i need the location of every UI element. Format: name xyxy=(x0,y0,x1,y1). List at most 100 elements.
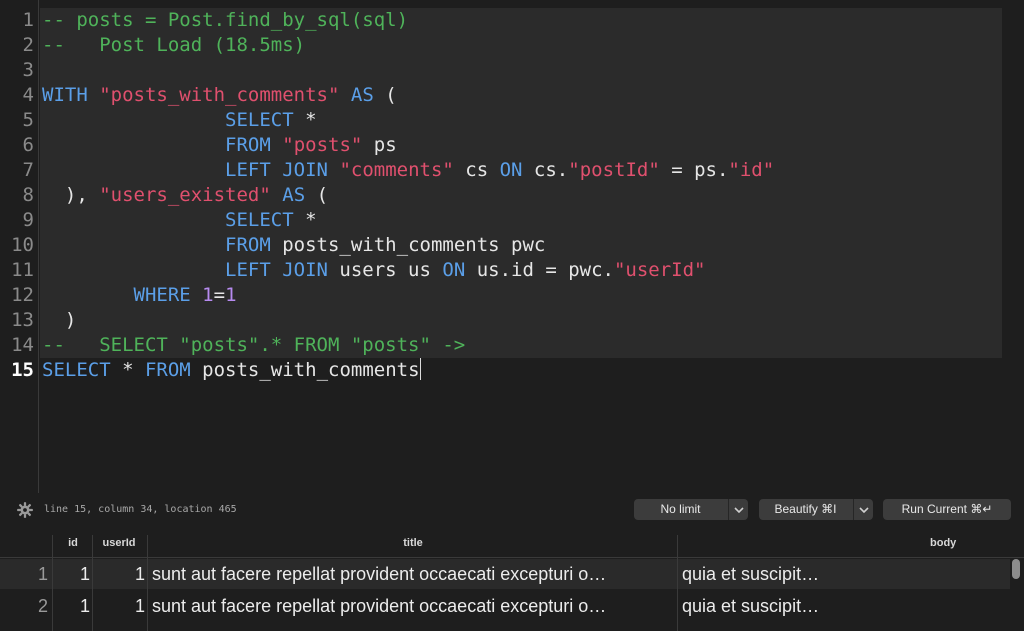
row-number: 1 xyxy=(37,564,48,584)
line-number: 6 xyxy=(22,134,34,156)
code-token-plain: * xyxy=(110,359,145,381)
table-row[interactable]: 2 1 1 sunt aut facere repellat provident… xyxy=(0,591,1010,621)
select-divider xyxy=(728,499,729,520)
code-line[interactable]: -- SELECT "posts".* FROM "posts" -> xyxy=(42,333,465,358)
gear-icon[interactable] xyxy=(16,501,34,519)
code-token-plain: * xyxy=(293,109,317,131)
code-token-plain: cs xyxy=(453,159,500,181)
beautify-button[interactable]: Beautify ⌘I xyxy=(759,499,873,520)
code-token-str: "id" xyxy=(728,159,775,181)
code-token-kw: SELECT xyxy=(225,209,294,231)
table-row[interactable]: 1 1 1 sunt aut facere repellat provident… xyxy=(0,559,1010,589)
cell-id[interactable]: 1 xyxy=(54,559,90,589)
editor-status-bar: line 15, column 34, location 465 No limi… xyxy=(0,493,1024,529)
code-token-plain: ), xyxy=(42,184,100,206)
cell-body[interactable]: quia et suscipit… xyxy=(682,559,1002,589)
run-current-button[interactable]: Run Current ⌘↵ xyxy=(883,499,1011,520)
code-line[interactable]: ), "users_existed" AS ( xyxy=(42,183,328,208)
cell-userid[interactable]: 1 xyxy=(93,559,145,589)
code-token-plain: posts_with_comments xyxy=(190,359,420,381)
line-number: 2 xyxy=(22,34,34,56)
column-header-body[interactable]: body xyxy=(678,529,1024,557)
line-number: 1 xyxy=(22,9,34,31)
cell-title[interactable]: sunt aut facere repellat provident occae… xyxy=(152,559,674,589)
code-token-str: "postId" xyxy=(568,159,660,181)
code-line[interactable]: WITH "posts_with_comments" AS ( xyxy=(42,83,397,108)
code-line[interactable]: WHERE 1=1 xyxy=(42,283,237,308)
text-cursor xyxy=(419,358,421,380)
code-line[interactable]: SELECT * xyxy=(42,208,317,233)
code-token-kw: FROM xyxy=(225,234,271,256)
line-number: 4 xyxy=(22,84,34,106)
column-header-title[interactable]: title xyxy=(149,529,677,557)
code-token-plain: ( xyxy=(305,184,329,206)
results-header: id userId title body xyxy=(0,529,1024,558)
results-grid[interactable]: id userId title body 1 1 1 sunt aut face… xyxy=(0,529,1024,631)
column-divider xyxy=(52,535,53,631)
row-limit-label: No limit xyxy=(660,502,701,516)
code-token-num: 1 xyxy=(202,284,214,306)
code-token-kw: WITH xyxy=(42,84,88,106)
beautify-label: Beautify ⌘I xyxy=(774,502,837,516)
column-divider xyxy=(147,535,148,631)
code-token-plain: * xyxy=(293,209,317,231)
code-token-kw: SELECT xyxy=(225,109,294,131)
code-token-kw: ON xyxy=(499,159,523,181)
cell-userid[interactable]: 1 xyxy=(93,591,145,621)
sql-editor[interactable]: 1 -- posts = Post.find_by_sql(sql) 2 -- Pos… xyxy=(0,0,1024,493)
code-token-plain: cs. xyxy=(522,159,569,181)
column-header-id[interactable]: id xyxy=(54,529,92,557)
code-token-str: "comments" xyxy=(339,159,454,181)
code-token-kw: WHERE xyxy=(133,284,191,306)
code-line[interactable]: FROM posts_with_comments pwc xyxy=(42,233,545,258)
code-token-plain: us.id = pwc. xyxy=(465,259,614,281)
line-number: 15 xyxy=(11,359,34,381)
code-line[interactable]: -- posts = Post.find_by_sql(sql) xyxy=(42,8,408,33)
line-number: 12 xyxy=(11,284,34,306)
row-limit-select[interactable]: No limit xyxy=(634,499,748,520)
code-line[interactable]: LEFT JOIN users us ON us.id = pwc."userI… xyxy=(42,258,706,283)
line-number: 14 xyxy=(11,334,34,356)
cell-title[interactable]: sunt aut facere repellat provident occae… xyxy=(152,591,674,621)
code-line[interactable]: ) xyxy=(42,308,76,333)
chevron-down-icon[interactable] xyxy=(856,499,872,520)
column-divider xyxy=(677,535,678,631)
code-token-kw: LEFT JOIN xyxy=(225,259,328,281)
line-number: 10 xyxy=(11,234,34,256)
cursor-position: line 15, column 34, location 465 xyxy=(44,504,237,515)
line-number: 5 xyxy=(22,109,34,131)
code-token-plain: ps xyxy=(362,134,397,156)
code-token-str: "userId" xyxy=(613,259,706,281)
line-number: 13 xyxy=(11,309,34,331)
code-line[interactable]: SELECT * FROM posts_with_comments xyxy=(42,358,421,383)
code-token-kw: LEFT JOIN xyxy=(225,159,328,181)
column-header-userid[interactable]: userId xyxy=(93,529,145,557)
line-number: 7 xyxy=(22,159,34,181)
code-token-plain: = ps. xyxy=(659,159,729,181)
code-token-kw: ON xyxy=(442,259,466,281)
code-line[interactable]: -- Post Load (18.5ms) xyxy=(42,33,305,58)
cell-id[interactable]: 1 xyxy=(54,591,90,621)
cell-body[interactable]: quia et suscipit… xyxy=(682,591,1002,621)
code-line[interactable]: LEFT JOIN "comments" cs ON cs."postId" =… xyxy=(42,158,774,183)
line-number: 11 xyxy=(11,259,34,281)
select-divider xyxy=(853,499,854,520)
code-line[interactable]: FROM "posts" ps xyxy=(42,133,397,158)
code-token-str: "posts_with_comments" xyxy=(99,84,340,106)
code-token-str: "posts" xyxy=(282,134,363,156)
row-number: 2 xyxy=(37,596,48,616)
code-line[interactable]: SELECT * xyxy=(42,108,317,133)
vertical-scrollbar[interactable] xyxy=(1012,559,1020,579)
code-token-kw: FROM xyxy=(144,359,191,381)
line-number: 3 xyxy=(22,59,34,81)
code-token-str: "users_existed" xyxy=(99,184,271,206)
